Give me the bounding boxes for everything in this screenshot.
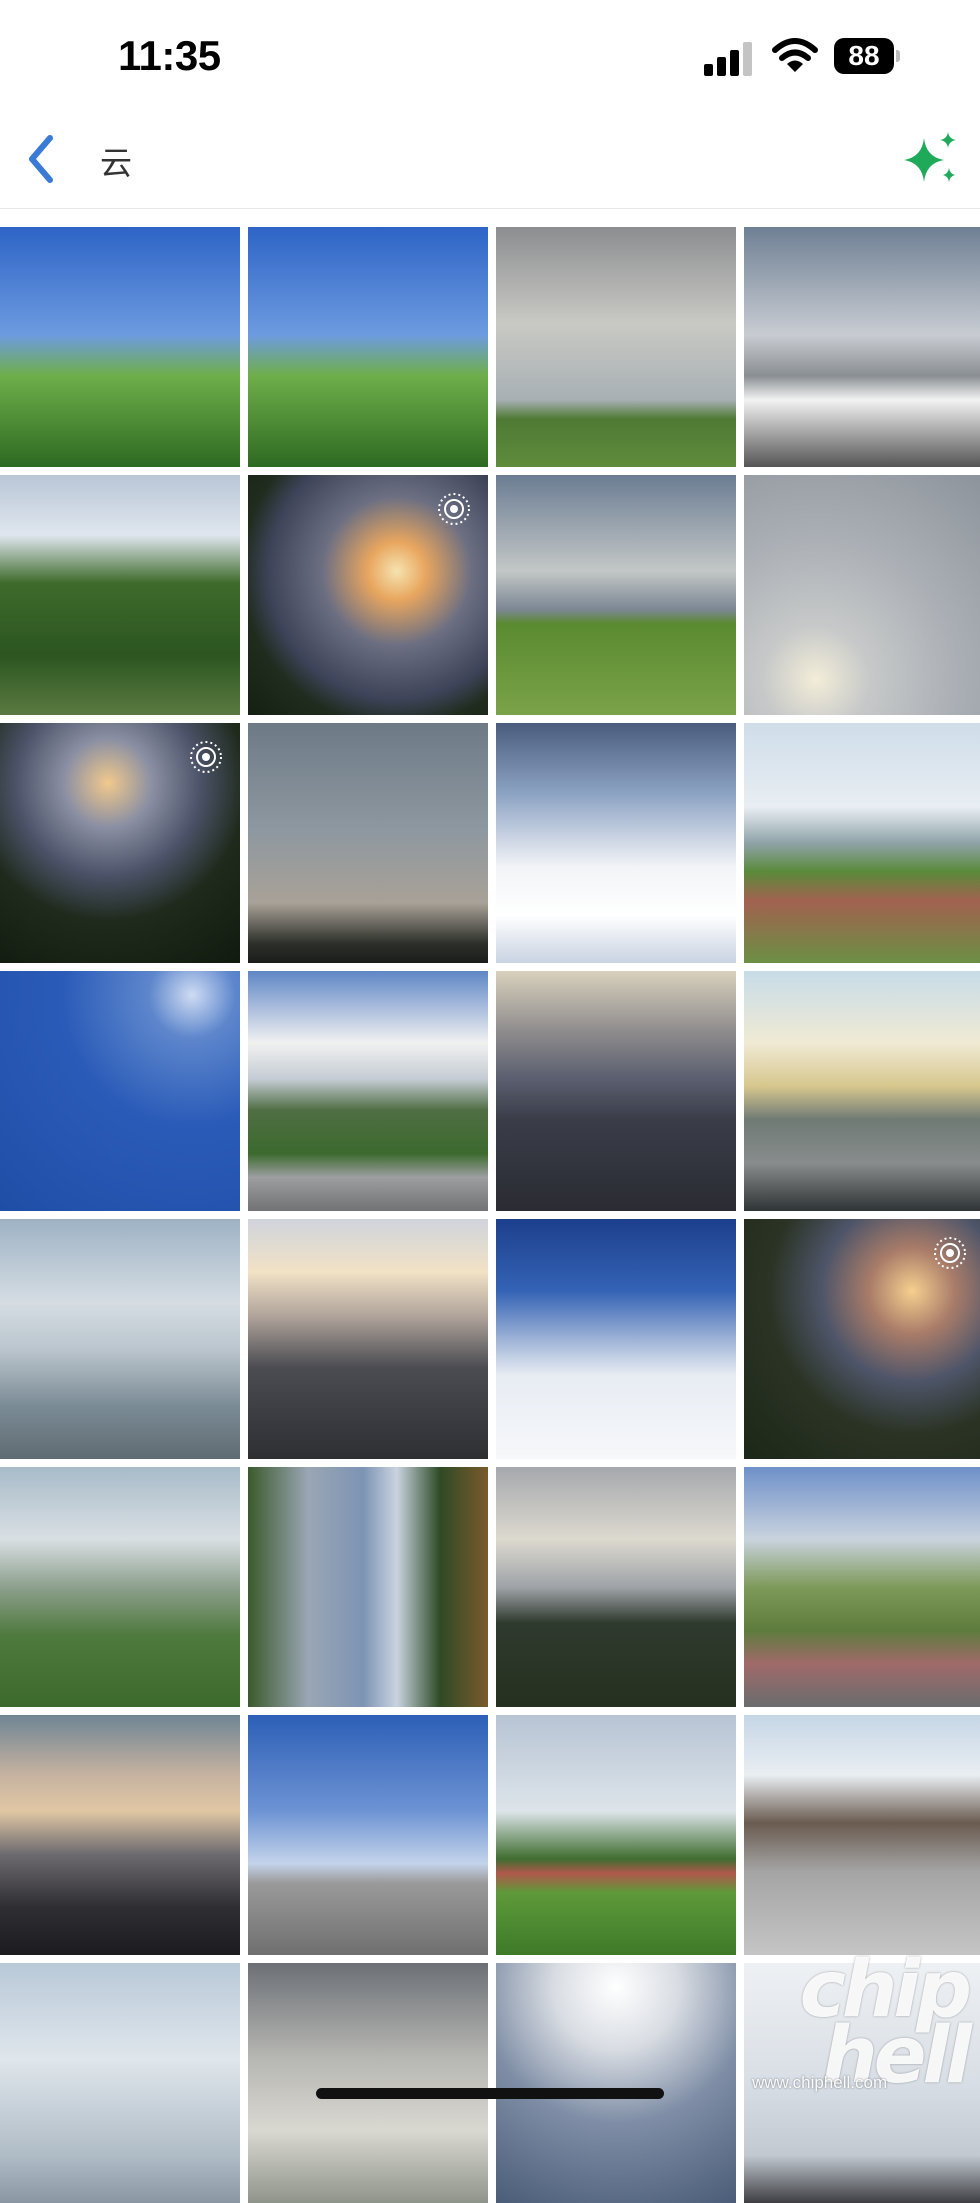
- photo-thumbnail[interactable]: [496, 1219, 736, 1459]
- photo-thumbnail[interactable]: [248, 475, 488, 715]
- photo-thumbnail[interactable]: [248, 1963, 488, 2203]
- photo-thumbnail[interactable]: [496, 1467, 736, 1707]
- battery-icon: 88: [834, 38, 900, 74]
- photo-thumbnail[interactable]: [496, 1963, 736, 2203]
- watermark-url: www.chiphell.com: [752, 2073, 888, 2092]
- photo-thumbnail[interactable]: [496, 723, 736, 963]
- status-bar: 11:35 88: [0, 0, 980, 110]
- live-photo-icon: [934, 1237, 966, 1269]
- status-time: 11:35: [118, 32, 221, 79]
- photo-thumbnail[interactable]: [744, 1715, 980, 1955]
- photo-thumbnail[interactable]: [496, 475, 736, 715]
- photo-thumbnail[interactable]: [248, 1715, 488, 1955]
- sparkle-icon[interactable]: [900, 130, 960, 188]
- photo-thumbnail[interactable]: [0, 1467, 240, 1707]
- photo-thumbnail[interactable]: [0, 227, 240, 467]
- page-title: 云: [100, 145, 133, 181]
- photo-thumbnail[interactable]: [248, 227, 488, 467]
- photo-thumbnail[interactable]: [496, 227, 736, 467]
- watermark-logo: chip hell: [799, 1945, 972, 2102]
- battery-level: 88: [834, 38, 894, 74]
- wifi-icon: [772, 38, 818, 72]
- photo-thumbnail[interactable]: [248, 723, 488, 963]
- photo-thumbnail[interactable]: [0, 1715, 240, 1955]
- photo-thumbnail[interactable]: [248, 1219, 488, 1459]
- chevron-left-icon[interactable]: [22, 130, 62, 188]
- photo-thumbnail[interactable]: [744, 971, 980, 1211]
- signal-icon: [704, 42, 754, 76]
- photo-thumbnail[interactable]: [0, 1963, 240, 2203]
- photo-thumbnail[interactable]: [496, 971, 736, 1211]
- photo-thumbnail[interactable]: [0, 1219, 240, 1459]
- photo-thumbnail[interactable]: [248, 1467, 488, 1707]
- live-photo-icon: [190, 741, 222, 773]
- photo-thumbnail[interactable]: [248, 971, 488, 1211]
- photo-thumbnail[interactable]: [744, 227, 980, 467]
- photo-thumbnail[interactable]: [496, 1715, 736, 1955]
- photo-thumbnail[interactable]: [0, 723, 240, 963]
- watermark: chip hell www.chiphell.com: [748, 1945, 980, 2120]
- photo-thumbnail[interactable]: [0, 475, 240, 715]
- photo-thumbnail[interactable]: [744, 1467, 980, 1707]
- photo-thumbnail[interactable]: [744, 475, 980, 715]
- live-photo-icon: [438, 493, 470, 525]
- nav-bar: 云: [0, 110, 980, 209]
- photo-thumbnail[interactable]: [744, 723, 980, 963]
- photo-thumbnail[interactable]: [744, 1219, 980, 1459]
- photo-thumbnail[interactable]: [0, 971, 240, 1211]
- home-indicator[interactable]: [316, 2088, 664, 2099]
